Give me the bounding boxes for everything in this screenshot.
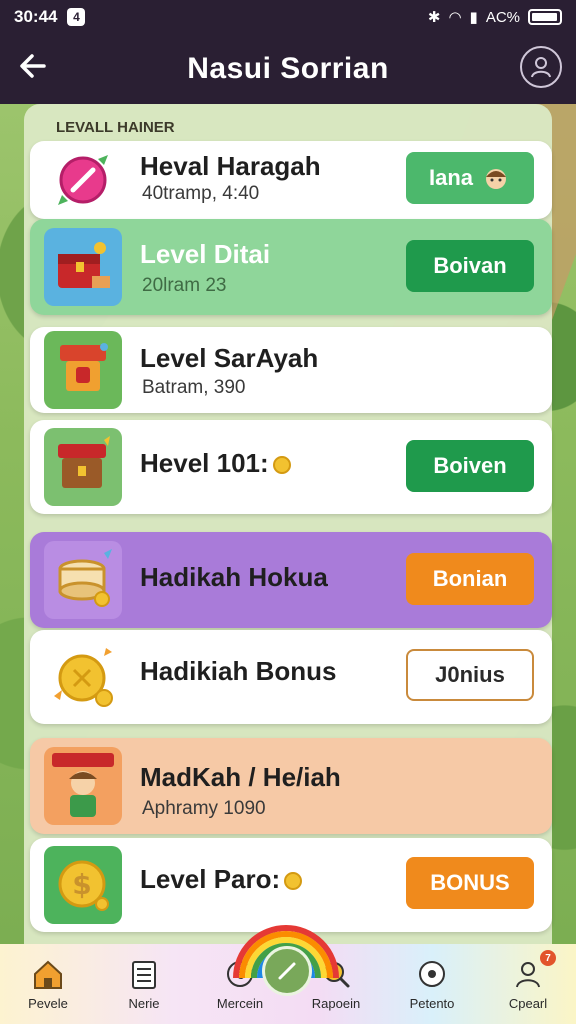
level-title: Hadikah Hokua <box>140 562 328 592</box>
level-action-button[interactable]: Bonian <box>406 553 534 605</box>
notification-icon: 4 <box>67 8 86 26</box>
treasure-box-icon <box>44 228 122 306</box>
nav-label: Nerie <box>128 995 160 1011</box>
back-arrow-icon <box>20 54 46 78</box>
level-action-button[interactable]: Boiven <box>406 440 534 492</box>
level-action-button[interactable]: J0nius <box>406 649 534 701</box>
status-right: ✱ ◠ ▮ AC% <box>428 8 562 26</box>
battery-icon <box>528 9 562 25</box>
nav-item-nerie[interactable]: Nerie <box>96 944 192 1024</box>
section-label: LEVALL HAINER <box>56 119 175 136</box>
user-icon <box>516 961 540 987</box>
character-face-icon <box>486 169 507 189</box>
level-card-2[interactable]: Level Ditai 20lram 23 Boivan <box>30 219 552 315</box>
coin-drum-icon <box>44 541 122 619</box>
nav-label: Pevele <box>28 995 68 1011</box>
level-card-3[interactable]: Level SarAyah Batram, 390 <box>30 327 552 413</box>
battery-text: AC% <box>485 8 520 26</box>
level-action-button[interactable]: Iana <box>406 152 534 204</box>
level-card-1[interactable]: Heval Haragah 40tramp, 4:40 Iana <box>30 141 552 219</box>
gold-coin-icon <box>44 638 122 716</box>
level-card-6[interactable]: Hadikiah Bonus J0nius <box>30 630 552 724</box>
nav-item-petento[interactable]: Petento <box>384 944 480 1024</box>
nav-label: Petento <box>409 995 455 1011</box>
level-card-5[interactable]: Hadikah Hokua Bonian <box>30 532 552 628</box>
coin-icon <box>284 872 303 891</box>
signal-icon: ▮ <box>469 9 478 26</box>
shop-sign-icon <box>44 331 122 409</box>
level-title: MadKah / He/iah <box>140 762 341 792</box>
page-title: Nasui Sorrian <box>187 52 389 85</box>
level-title-text: Hevel 101: <box>140 448 269 478</box>
header: Nasui Sorrian <box>0 34 576 104</box>
nav-label: Cpearl <box>508 995 548 1011</box>
level-action-button[interactable]: Boivan <box>406 240 534 292</box>
character-icon <box>44 747 122 825</box>
level-title: Level Paro: <box>140 864 303 895</box>
svg-text:$: $ <box>72 868 91 901</box>
level-title: Heval Haragah <box>140 151 321 181</box>
nav-label: Mercein <box>216 995 264 1011</box>
wooden-chest-icon <box>44 428 122 506</box>
nav-item-cpearl[interactable]: Cpearl <box>480 944 576 1024</box>
status-left: 30:44 4 <box>14 7 86 27</box>
bluetooth-icon: ✱ <box>427 9 441 26</box>
profile-button[interactable] <box>520 46 562 88</box>
level-subtitle: 40tramp, 4:40 <box>142 183 260 204</box>
wifi-icon: ◠ <box>448 9 462 26</box>
list-icon <box>132 960 156 989</box>
level-title: Level Ditai <box>140 239 271 269</box>
home-icon <box>34 960 62 989</box>
level-subtitle: 20lram 23 <box>142 275 227 296</box>
level-title-text: Level Paro: <box>140 864 281 894</box>
level-title: Hadikiah Bonus <box>140 656 337 686</box>
status-bar: 30:44 4 ✱ ◠ ▮ AC% <box>0 0 576 34</box>
button-label: Iana <box>428 165 474 190</box>
dollar-coin-icon: $ <box>44 846 122 924</box>
level-title: Hevel 101: <box>140 448 291 479</box>
center-action-button[interactable] <box>262 946 312 996</box>
level-card-7[interactable]: MadKah / He/iah Aphramy 1090 <box>30 738 552 834</box>
nav-item-pevele[interactable]: Pevele <box>0 944 96 1024</box>
status-time: 30:44 <box>14 7 58 26</box>
coin-icon <box>272 456 291 475</box>
level-subtitle: Aphramy 1090 <box>142 798 266 819</box>
level-action-button[interactable]: BONUS <box>406 857 534 909</box>
pencil-icon <box>278 962 296 980</box>
level-title: Level SarAyah <box>140 343 319 373</box>
notification-badge: 7 <box>540 950 556 966</box>
level-card-4[interactable]: Hevel 101: Boiven <box>30 420 552 514</box>
back-button[interactable] <box>14 48 54 88</box>
candy-icon <box>44 141 122 219</box>
level-subtitle: Batram, 390 <box>142 377 246 398</box>
face-icon <box>419 960 445 987</box>
user-icon <box>531 57 551 78</box>
nav-label: Rapoein <box>311 995 361 1011</box>
